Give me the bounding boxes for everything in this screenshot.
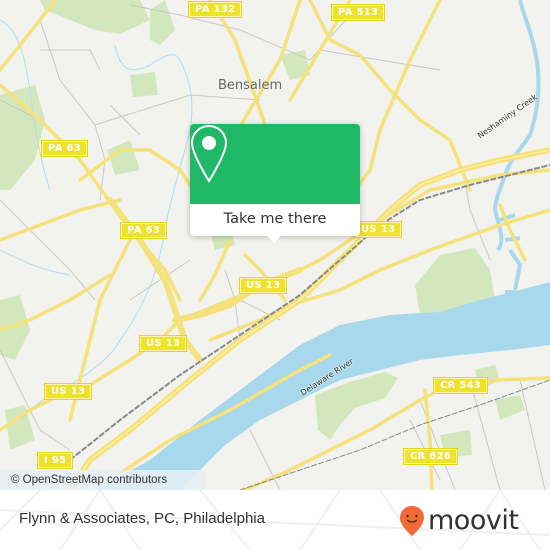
place-label-bensalem: Bensalem [218, 78, 283, 93]
take-me-there-button[interactable]: Take me there [190, 204, 360, 236]
moovit-pin-smile-icon [400, 506, 424, 536]
road-shield-pa-63: PA 63 [119, 222, 168, 239]
moovit-logo[interactable]: moovit [399, 504, 519, 538]
road-shield-us-13: US 13 [43, 383, 93, 400]
road-shield-cr-543: CR 543 [432, 377, 489, 394]
road-shield-pa-513: PA 513 [330, 4, 386, 21]
popup-header [190, 124, 360, 204]
moovit-wordmark: moovit [428, 505, 519, 536]
map-pin-icon [190, 124, 228, 183]
popup-pointer [266, 235, 282, 243]
map-canvas[interactable]: Bensalem Neshaminy Creek Delaware River … [0, 0, 550, 490]
location-popup: Take me there [190, 124, 360, 243]
road-shield-pa-63: PA 63 [40, 140, 89, 157]
map-attribution[interactable]: © OpenStreetMap contributors [0, 470, 205, 490]
map-tiles [0, 0, 550, 490]
road-shield-i-95: I 95 [36, 452, 74, 469]
road-shield-us-13: US 13 [138, 335, 188, 352]
road-shield-pa-132: PA 132 [187, 1, 243, 18]
major-roads [0, 0, 550, 490]
road-shield-cr-626: CR 626 [402, 448, 459, 465]
place-title: Flynn & Associates, PC, Philadelphia [19, 510, 265, 527]
footer-bar: Flynn & Associates, PC, Philadelphia moo… [0, 490, 550, 550]
road-shield-us-13: US 13 [238, 277, 288, 294]
road-shield-us-13: US 13 [353, 221, 403, 238]
